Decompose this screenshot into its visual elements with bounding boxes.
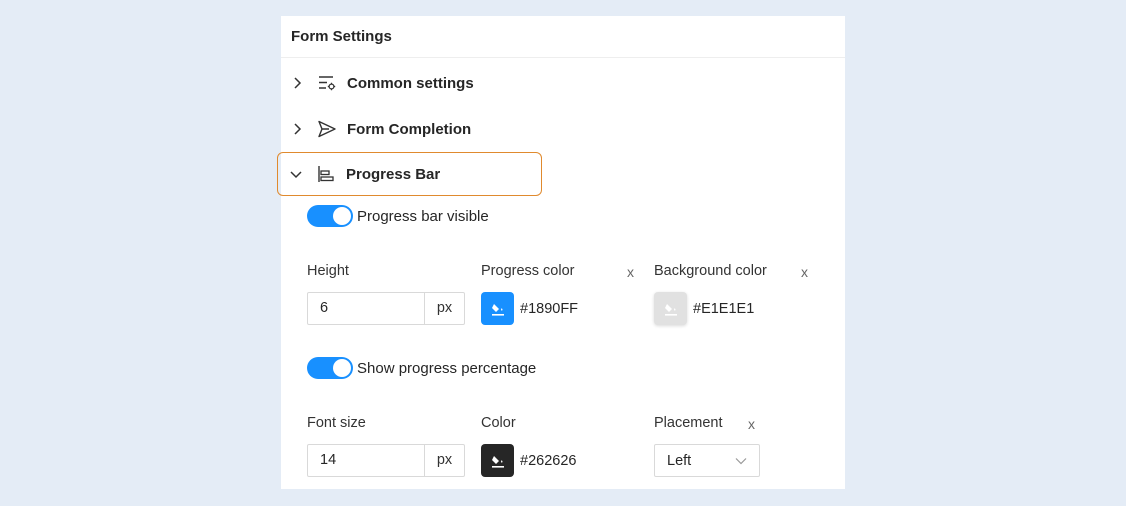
panel-header: Form Settings bbox=[281, 16, 845, 58]
progress-bar-visible-toggle[interactable] bbox=[307, 205, 353, 227]
paint-bucket-icon bbox=[491, 303, 504, 316]
section-label: Common settings bbox=[347, 74, 474, 92]
section-label: Form Completion bbox=[347, 120, 472, 138]
height-unit: px bbox=[436, 300, 453, 316]
clear-progress-color-button[interactable]: x bbox=[627, 264, 634, 280]
font-size-unit: px bbox=[436, 452, 453, 468]
chevron-down-icon bbox=[288, 166, 304, 182]
section-form-completion[interactable]: Form Completion bbox=[281, 107, 541, 151]
background-color-picker[interactable]: #E1E1E1 bbox=[654, 292, 754, 325]
chevron-down-icon bbox=[735, 452, 747, 470]
font-size-input[interactable]: 14 px bbox=[307, 444, 465, 477]
clear-background-color-button[interactable]: x bbox=[801, 264, 808, 280]
toggle-label: Progress bar visible bbox=[357, 207, 489, 225]
progress-color-picker[interactable]: #1890FF bbox=[481, 292, 578, 325]
placement-select[interactable]: Left bbox=[654, 444, 760, 477]
toggle-knob bbox=[333, 207, 351, 225]
show-percentage-toggle[interactable] bbox=[307, 357, 353, 379]
section-progress-bar[interactable]: Progress Bar bbox=[277, 152, 542, 196]
clear-placement-button[interactable]: x bbox=[748, 416, 755, 432]
text-color-value: #262626 bbox=[520, 452, 577, 469]
progress-color-label: Progress color bbox=[481, 263, 575, 279]
chevron-right-icon bbox=[289, 121, 305, 137]
placement-label: Placement bbox=[654, 415, 723, 431]
progress-bar-visible-row: Progress bar visible bbox=[307, 205, 489, 227]
text-color-swatch[interactable] bbox=[481, 444, 514, 477]
chevron-right-icon bbox=[289, 75, 305, 91]
progress-bar-icon bbox=[316, 164, 336, 184]
panel-title: Form Settings bbox=[291, 28, 392, 45]
font-size-value[interactable]: 14 bbox=[308, 445, 425, 476]
toggle-label: Show progress percentage bbox=[357, 359, 537, 377]
height-label: Height bbox=[307, 263, 349, 279]
height-input[interactable]: 6 px bbox=[307, 292, 465, 325]
settings-list-icon bbox=[317, 73, 337, 93]
font-size-label: Font size bbox=[307, 415, 366, 431]
color-label: Color bbox=[481, 415, 516, 431]
toggle-knob bbox=[333, 359, 351, 377]
background-color-label: Background color bbox=[654, 263, 767, 279]
form-settings-panel: Form Settings Common settings Form Compl… bbox=[277, 16, 845, 489]
background-color-swatch[interactable] bbox=[654, 292, 687, 325]
text-color-picker[interactable]: #262626 bbox=[481, 444, 576, 477]
send-icon bbox=[317, 119, 337, 139]
placement-value: Left bbox=[667, 452, 692, 469]
section-common-settings[interactable]: Common settings bbox=[281, 61, 541, 105]
paint-bucket-icon bbox=[491, 455, 504, 468]
progress-color-swatch[interactable] bbox=[481, 292, 514, 325]
height-value[interactable]: 6 bbox=[308, 293, 425, 324]
show-percentage-row: Show progress percentage bbox=[307, 357, 536, 379]
progress-color-value: #1890FF bbox=[520, 300, 579, 317]
paint-bucket-icon bbox=[664, 303, 677, 316]
section-label: Progress Bar bbox=[346, 165, 441, 183]
background-color-value: #E1E1E1 bbox=[693, 300, 755, 317]
